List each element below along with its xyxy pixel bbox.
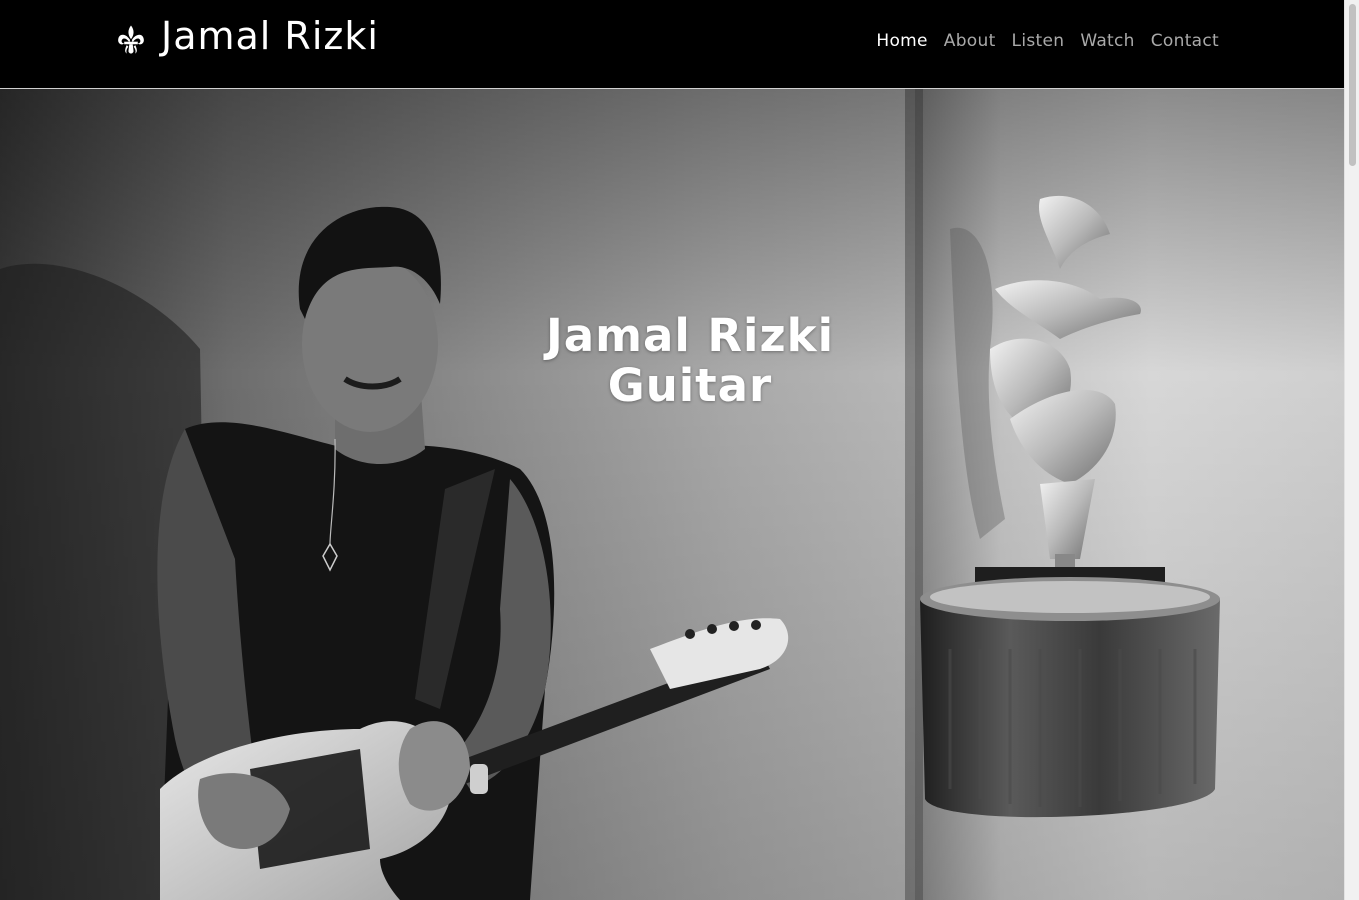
- nav-listen[interactable]: Listen: [1012, 31, 1065, 51]
- nav-home[interactable]: Home: [876, 31, 927, 51]
- hero-image: [0, 89, 1344, 900]
- nav-contact[interactable]: Contact: [1151, 31, 1219, 51]
- brand-name: Jamal Rizki: [161, 14, 379, 58]
- hero-title-line1: Jamal Rizki: [545, 309, 835, 363]
- hero-title-line2: Guitar: [607, 359, 773, 413]
- nav-watch[interactable]: Watch: [1080, 31, 1134, 51]
- brand-link[interactable]: Jamal Rizki: [114, 14, 379, 58]
- scrollbar[interactable]: [1344, 0, 1359, 900]
- hero-title: Jamal Rizki Guitar: [490, 311, 890, 411]
- nav-about[interactable]: About: [944, 31, 996, 51]
- scrollbar-thumb[interactable]: [1349, 4, 1356, 166]
- page: Jamal Rizki Home About Listen Watch Cont…: [0, 0, 1359, 900]
- fleur-de-lis-icon: [118, 25, 144, 54]
- site-header: Jamal Rizki Home About Listen Watch Cont…: [0, 0, 1344, 89]
- hero-section: Jamal Rizki Guitar: [0, 89, 1344, 900]
- main-nav: Home About Listen Watch Contact: [876, 31, 1219, 51]
